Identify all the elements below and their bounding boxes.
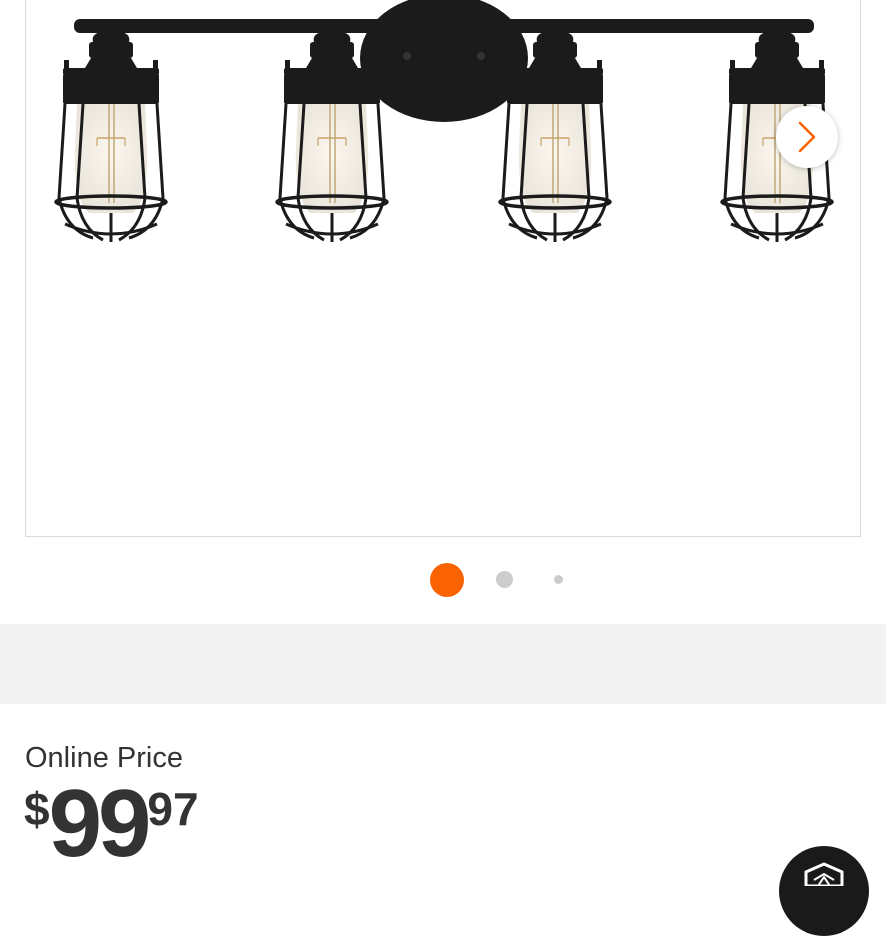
- chevron-right-icon: [798, 121, 816, 153]
- product-image-frame: [25, 0, 861, 537]
- pagination-dot-active[interactable]: [430, 563, 464, 597]
- chat-assistant-icon: [804, 862, 844, 886]
- section-divider: [0, 624, 886, 704]
- next-image-button[interactable]: [776, 106, 838, 168]
- chat-assistant-button[interactable]: [779, 846, 869, 936]
- price-currency: $: [24, 783, 50, 835]
- pagination-dot[interactable]: [554, 575, 563, 584]
- price-dollars: 99: [48, 770, 152, 877]
- price-section: Online Price $9997: [0, 704, 886, 936]
- pagination-dot[interactable]: [496, 571, 513, 588]
- product-image[interactable]: [26, 0, 860, 536]
- price-value: $9997: [24, 776, 199, 872]
- price-cents: 97: [147, 783, 199, 835]
- image-pagination: [0, 563, 886, 597]
- product-gallery-card: [0, 0, 886, 624]
